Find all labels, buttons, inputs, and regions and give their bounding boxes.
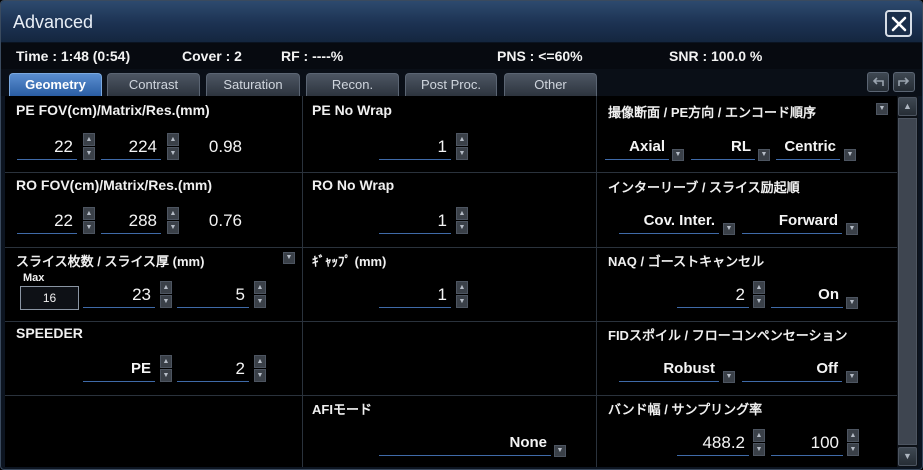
slice-count-field[interactable]: 23 — [83, 282, 155, 308]
status-bar: Time : 1:48 (0:54) Cover : 2 RF : ----% … — [1, 43, 922, 69]
speeder-direction-field[interactable]: PE — [83, 356, 155, 382]
speeder-title: SPEEDER — [16, 325, 83, 341]
pe-nowrap-title: PE No Wrap — [312, 102, 392, 118]
fid-title: FIDスポイル / フローコンペンセーション — [608, 328, 848, 343]
geometry-panel: PE FOV(cm)/Matrix/Res.(mm) 22 ▲ ▼ 224 ▲ ▼ … — [5, 96, 918, 467]
column-divider — [596, 96, 597, 467]
excitation-order-select[interactable]: Forward — [742, 208, 842, 234]
sampling-rate-field[interactable]: 100 — [771, 430, 843, 456]
row-divider — [5, 172, 897, 173]
max-slices-value: 16 — [20, 286, 79, 310]
close-button[interactable] — [885, 10, 912, 37]
tab-bar: Geometry Contrast Saturation Recon. Post… — [1, 69, 922, 96]
row-divider — [5, 321, 897, 322]
bandwidth-field[interactable]: 488.2 — [677, 430, 749, 456]
gap-field[interactable]: 1 — [379, 282, 451, 308]
plane-dropdown[interactable]: ▼ — [672, 149, 684, 161]
bandwidth-stepper[interactable]: ▲ ▼ — [753, 429, 765, 457]
tab-post-proc[interactable]: Post Proc. — [405, 73, 497, 96]
scroll-up-button[interactable]: ▲ — [898, 97, 917, 116]
slice-thickness-stepper[interactable]: ▲ ▼ — [254, 281, 266, 309]
redo-button[interactable] — [893, 72, 915, 92]
pe-nowrap-field[interactable]: 1 — [379, 134, 451, 160]
encode-order-dropdown[interactable]: ▼ — [844, 149, 856, 161]
ro-fov-title: RO FOV(cm)/Matrix/Res.(mm) — [16, 177, 213, 193]
encode-order-select[interactable]: Centric — [776, 134, 840, 160]
slice-thickness-field[interactable]: 5 — [177, 282, 249, 308]
naq-stepper[interactable]: ▲ ▼ — [753, 281, 765, 309]
pe-matrix-stepper[interactable]: ▲ ▼ — [167, 133, 179, 161]
tab-geometry[interactable]: Geometry — [9, 73, 102, 96]
afi-mode-title: AFIモード — [312, 402, 372, 417]
ro-res-value: 0.76 — [208, 211, 242, 230]
pns-value: PNS : <=60% — [497, 48, 583, 64]
ro-fov-stepper[interactable]: ▲ ▼ — [83, 207, 95, 235]
interleave-dropdown[interactable]: ▼ — [723, 223, 735, 235]
undo-button[interactable] — [867, 72, 889, 92]
flow-comp-dropdown[interactable]: ▼ — [846, 371, 858, 383]
plane-select[interactable]: Axial — [605, 134, 669, 160]
ro-matrix-stepper[interactable]: ▲ ▼ — [167, 207, 179, 235]
slices-dropdown[interactable]: ▼ — [283, 252, 295, 264]
gap-stepper[interactable]: ▲ ▼ — [456, 281, 468, 309]
excitation-order-dropdown[interactable]: ▼ — [846, 223, 858, 235]
speeder-factor-field[interactable]: 2 — [177, 356, 249, 382]
afi-mode-dropdown[interactable]: ▼ — [554, 445, 566, 457]
pe-nowrap-stepper[interactable]: ▲ ▼ — [456, 133, 468, 161]
advanced-dialog: Advanced Time : 1:48 (0:54) Cover : 2 RF… — [0, 0, 923, 470]
naq-title: NAQ / ゴーストキャンセル — [608, 254, 765, 269]
plane-title: 撮像断面 / PE方向 / エンコード順序 — [608, 105, 817, 120]
ro-nowrap-stepper[interactable]: ▲ ▼ — [456, 207, 468, 235]
slice-count-stepper[interactable]: ▲ ▼ — [160, 281, 172, 309]
fid-spoil-select[interactable]: Robust — [619, 356, 719, 382]
scroll-down-button[interactable]: ▼ — [898, 447, 917, 466]
close-icon — [891, 16, 906, 31]
flow-comp-select[interactable]: Off — [742, 356, 842, 382]
ro-matrix-field[interactable]: 288 — [101, 208, 161, 234]
row-divider — [5, 395, 897, 396]
max-label: Max — [23, 272, 45, 284]
interleave-select[interactable]: Cov. Inter. — [619, 208, 719, 234]
row-divider — [5, 247, 897, 248]
ghost-cancel-select[interactable]: On — [771, 282, 843, 308]
pe-matrix-field[interactable]: 224 — [101, 134, 161, 160]
title-bar: Advanced — [1, 1, 922, 43]
slices-title: スライス枚数 / スライス厚 (mm) — [16, 254, 205, 269]
tab-other[interactable]: Other — [504, 73, 597, 96]
ghost-cancel-dropdown[interactable]: ▼ — [846, 297, 858, 309]
naq-field[interactable]: 2 — [677, 282, 749, 308]
pe-res-value: 0.98 — [208, 137, 242, 156]
tab-recon[interactable]: Recon. — [306, 73, 399, 96]
vertical-scrollbar[interactable]: ▲ ▼ — [897, 96, 918, 467]
column-divider — [302, 96, 303, 467]
ro-fov-field[interactable]: 22 — [17, 208, 77, 234]
interleave-title: インターリーブ / スライス励起順 — [608, 180, 800, 195]
dialog-title: Advanced — [13, 12, 94, 32]
scan-time: Time : 1:48 (0:54) — [16, 48, 131, 64]
tab-contrast[interactable]: Contrast — [107, 73, 200, 96]
pe-fov-title: PE FOV(cm)/Matrix/Res.(mm) — [16, 102, 210, 118]
ro-nowrap-title: RO No Wrap — [312, 177, 395, 193]
plane-settings-dropdown[interactable]: ▼ — [876, 103, 888, 115]
undo-icon — [872, 77, 884, 86]
tab-saturation[interactable]: Saturation — [206, 73, 300, 96]
gap-title: ｷﾞｬｯﾌﾟ (mm) — [312, 254, 387, 269]
bandwidth-title: バンド幅 / サンプリング率 — [608, 402, 763, 417]
redo-icon — [898, 77, 910, 86]
fid-spoil-dropdown[interactable]: ▼ — [723, 371, 735, 383]
speeder-direction-stepper[interactable]: ▲ ▼ — [160, 355, 172, 383]
sampling-rate-stepper[interactable]: ▲ ▼ — [847, 429, 859, 457]
pe-direction-dropdown[interactable]: ▼ — [758, 149, 770, 161]
scrollbar-thumb[interactable] — [898, 118, 917, 445]
afi-mode-select[interactable]: None — [379, 430, 551, 456]
pe-fov-stepper[interactable]: ▲ ▼ — [83, 133, 95, 161]
cover-value: Cover : 2 — [182, 48, 242, 64]
rf-value: RF : ----% — [281, 48, 344, 64]
speeder-factor-stepper[interactable]: ▲ ▼ — [254, 355, 266, 383]
pe-direction-select[interactable]: RL — [691, 134, 755, 160]
snr-value: SNR : 100.0 % — [669, 48, 763, 64]
pe-fov-field[interactable]: 22 — [17, 134, 77, 160]
ro-nowrap-field[interactable]: 1 — [379, 208, 451, 234]
